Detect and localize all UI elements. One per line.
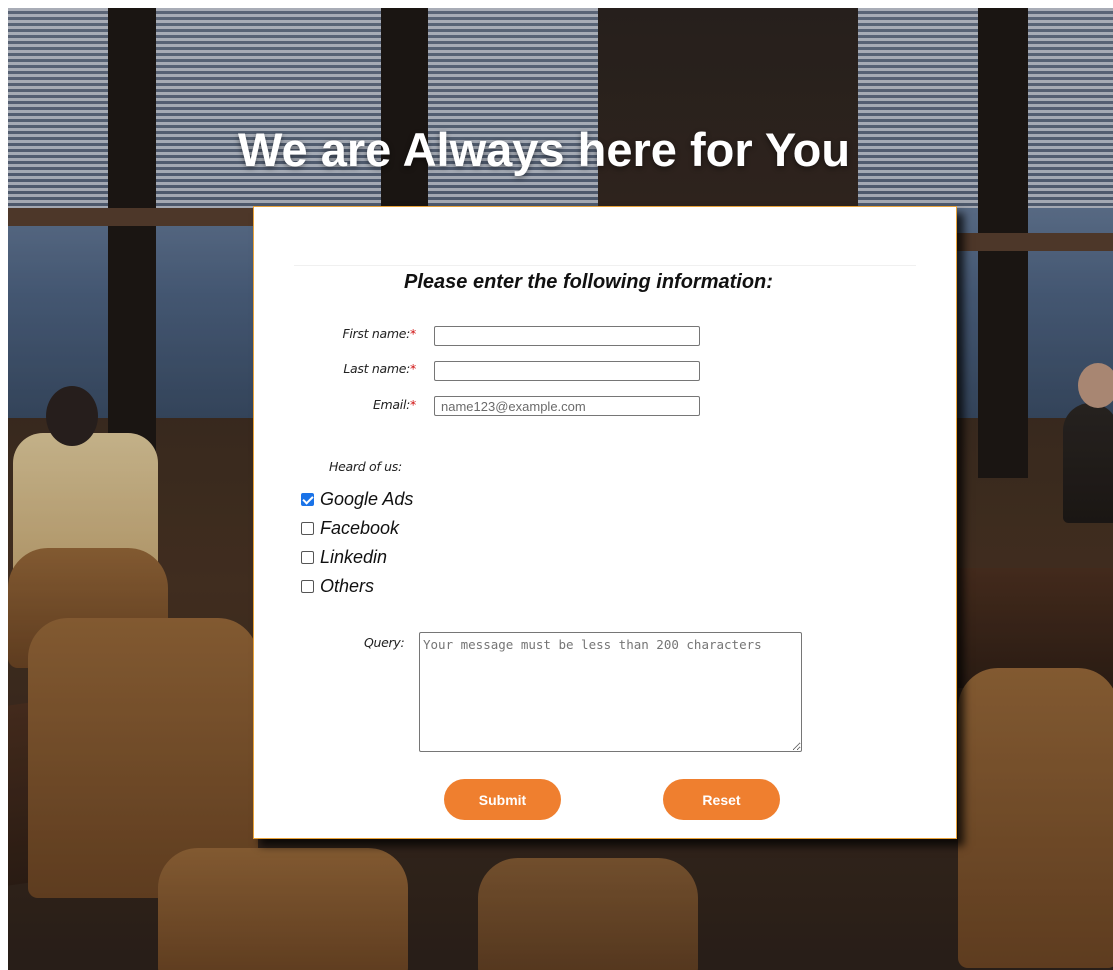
- others-label[interactable]: Others: [320, 576, 374, 597]
- google-ads-label[interactable]: Google Ads: [320, 489, 413, 510]
- linkedin-checkbox[interactable]: [301, 551, 314, 564]
- heard-option-linkedin[interactable]: Linkedin: [301, 547, 387, 568]
- first-name-label-text: First name:: [342, 326, 411, 341]
- required-mark: *: [410, 397, 416, 412]
- facebook-label[interactable]: Facebook: [320, 518, 399, 539]
- first-name-label: First name:*: [342, 326, 416, 341]
- form-title: Please enter the following information:: [404, 271, 773, 293]
- reset-button[interactable]: Reset: [663, 779, 780, 820]
- query-textarea[interactable]: [419, 632, 802, 752]
- linkedin-label[interactable]: Linkedin: [320, 547, 387, 568]
- required-mark: *: [410, 326, 416, 341]
- card-divider: [294, 265, 916, 266]
- first-name-input[interactable]: [434, 326, 700, 346]
- page-headline: We are Always here for You: [238, 123, 851, 176]
- submit-button[interactable]: Submit: [444, 779, 561, 820]
- last-name-label: Last name:*: [343, 361, 416, 376]
- email-label: Email:*: [373, 397, 416, 412]
- contact-form-card: Please enter the following information: …: [253, 206, 957, 839]
- last-name-label-text: Last name:: [343, 361, 411, 376]
- last-name-input[interactable]: [434, 361, 700, 381]
- others-checkbox[interactable]: [301, 580, 314, 593]
- google-ads-checkbox[interactable]: [301, 493, 314, 506]
- email-label-text: Email:: [372, 397, 411, 412]
- email-input[interactable]: [434, 396, 700, 416]
- heard-option-others[interactable]: Others: [301, 576, 374, 597]
- heard-option-google-ads[interactable]: Google Ads: [301, 489, 413, 510]
- query-label: Query:: [364, 635, 405, 650]
- required-mark: *: [410, 361, 416, 376]
- heard-option-facebook[interactable]: Facebook: [301, 518, 399, 539]
- heard-of-us-label: Heard of us:: [329, 459, 402, 474]
- facebook-checkbox[interactable]: [301, 522, 314, 535]
